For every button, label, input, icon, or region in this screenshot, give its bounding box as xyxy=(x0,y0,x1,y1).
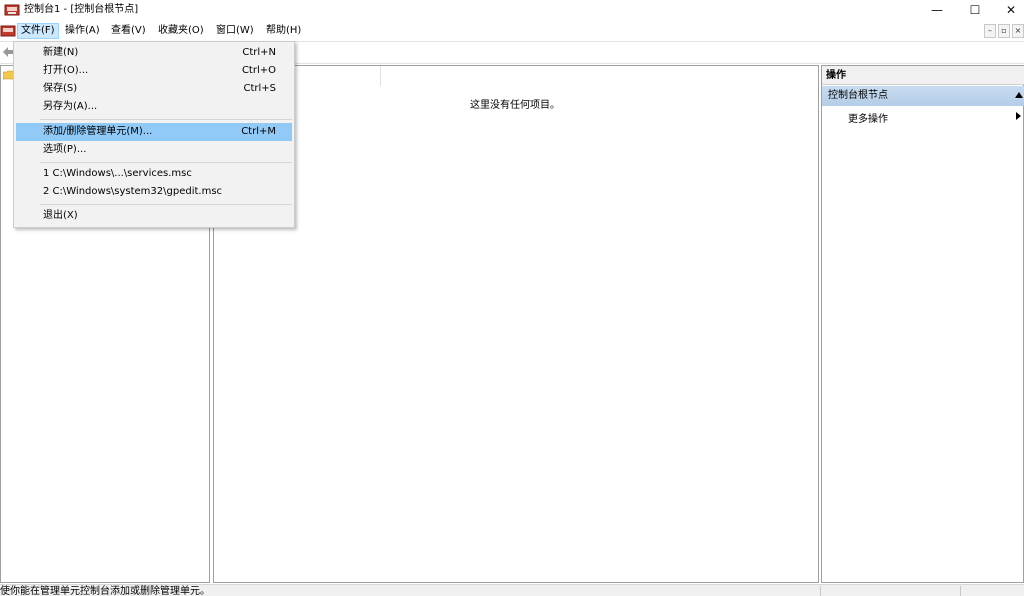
menu-item-open[interactable]: 打开(O)... Ctrl+O xyxy=(16,62,292,80)
menu-bar: 文件(F) 操作(A) 查看(V) 收藏夹(O) 窗口(W) 帮助(H) xyxy=(0,20,1024,42)
results-pane[interactable]: 这里没有任何项目。 xyxy=(213,65,819,583)
maximize-button[interactable]: ☐ xyxy=(958,0,992,20)
mdi-controls: – ▫ × xyxy=(984,24,1024,38)
mmc-app-icon xyxy=(4,4,20,16)
status-text: 使你能在管理单元控制台添加或删除管理单元。 xyxy=(0,586,210,596)
menu-favorites[interactable]: 收藏夹(O) xyxy=(155,23,207,39)
title-bar: 控制台1 - [控制台根节点] — ☐ ✕ xyxy=(0,0,1024,20)
window-title: 控制台1 - [控制台根节点] xyxy=(24,4,139,15)
menu-file[interactable]: 文件(F) xyxy=(17,23,59,39)
menu-item-save[interactable]: 保存(S) Ctrl+S xyxy=(16,80,292,98)
menu-item-recent-1[interactable]: 1 C:\Windows\...\services.msc xyxy=(16,165,292,183)
menu-separator xyxy=(40,162,292,163)
column-header-divider[interactable] xyxy=(380,66,381,86)
collapse-up-icon[interactable] xyxy=(1015,92,1023,98)
actions-pane-header: 操作 xyxy=(822,66,1024,85)
empty-list-message: 这里没有任何项目。 xyxy=(470,100,560,111)
menu-help[interactable]: 帮助(H) xyxy=(263,23,304,39)
minimize-icon: — xyxy=(931,3,943,17)
mdi-close-button[interactable]: × xyxy=(1012,24,1024,38)
menu-item-save-as[interactable]: 另存为(A)... xyxy=(16,98,292,116)
status-separator xyxy=(960,586,961,596)
menu-action[interactable]: 操作(A) xyxy=(62,23,103,39)
close-button[interactable]: ✕ xyxy=(994,0,1024,20)
mdi-minimize-button[interactable]: – xyxy=(984,24,996,38)
menu-separator xyxy=(40,119,292,120)
minimize-button[interactable]: — xyxy=(920,0,954,20)
submenu-arrow-icon[interactable] xyxy=(1016,112,1021,120)
menu-item-add-remove-snapin[interactable]: 添加/删除管理单元(M)... Ctrl+M xyxy=(16,123,292,141)
actions-section-title: 控制台根节点 xyxy=(828,90,888,101)
close-icon: ✕ xyxy=(1005,3,1017,17)
menu-item-recent-2[interactable]: 2 C:\Windows\system32\gpedit.msc xyxy=(16,183,292,201)
menu-view[interactable]: 查看(V) xyxy=(108,23,149,39)
status-separator xyxy=(820,586,821,596)
maximize-icon: ☐ xyxy=(969,3,981,17)
actions-pane: 操作 控制台根节点 更多操作 xyxy=(821,65,1024,583)
menu-item-exit[interactable]: 退出(X) xyxy=(16,207,292,225)
status-bar: 使你能在管理单元控制台添加或删除管理单元。 xyxy=(0,584,1024,596)
mdi-restore-button[interactable]: ▫ xyxy=(998,24,1010,38)
menu-window[interactable]: 窗口(W) xyxy=(213,23,257,39)
menu-item-options[interactable]: 选项(P)... xyxy=(16,141,292,159)
menu-item-new[interactable]: 新建(N) Ctrl+N xyxy=(16,44,292,62)
menu-separator xyxy=(40,204,292,205)
file-menu-dropdown: 新建(N) Ctrl+N 打开(O)... Ctrl+O 保存(S) Ctrl+… xyxy=(13,41,295,228)
console-menu-icon[interactable] xyxy=(0,23,16,39)
actions-section-root[interactable]: 控制台根节点 xyxy=(822,86,1024,106)
more-actions-item[interactable]: 更多操作 xyxy=(848,110,888,125)
